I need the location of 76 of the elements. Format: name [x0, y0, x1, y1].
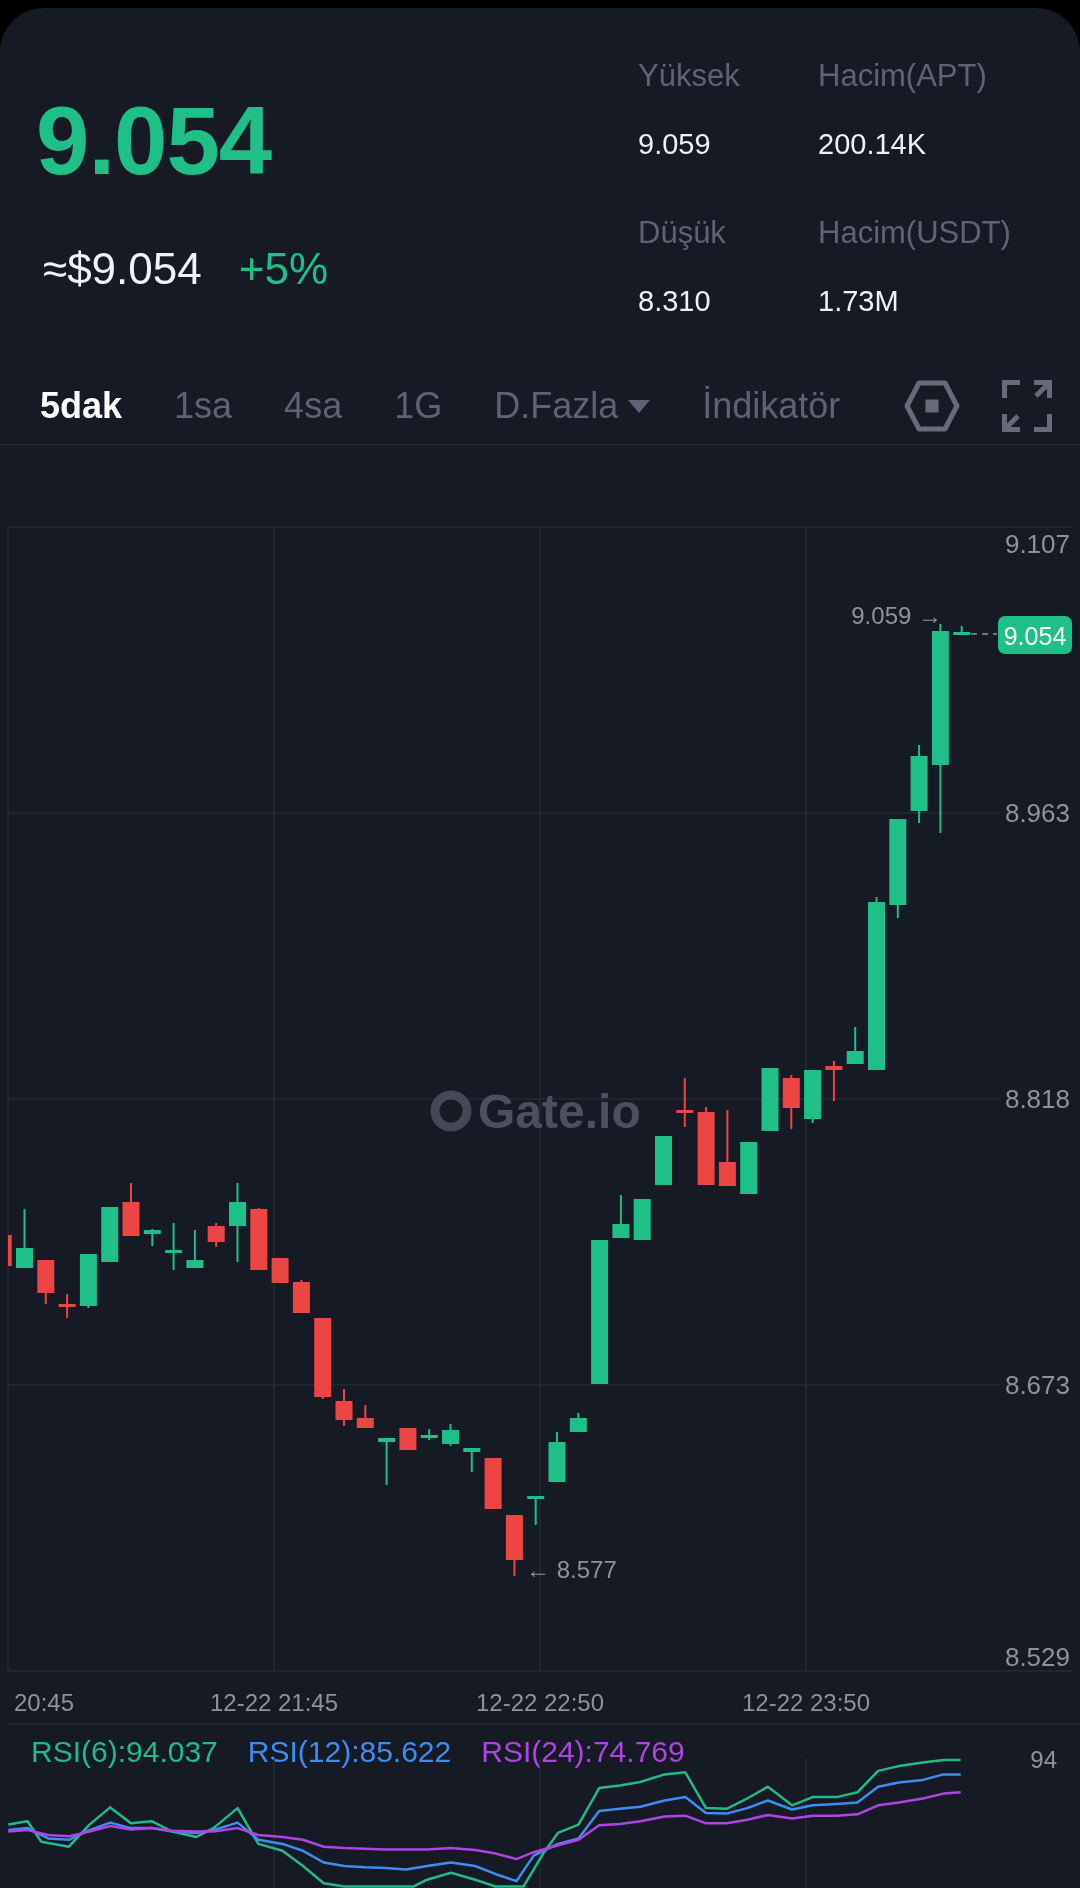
price-axis-label: 8.963 — [1004, 798, 1070, 828]
candlestick — [782, 1074, 800, 1130]
candlestick — [569, 1412, 587, 1433]
expand-icon[interactable] — [1002, 380, 1052, 432]
watermark-text: Gate.io — [478, 1084, 641, 1138]
rsi-legend-label: RSI(24):74.769 — [481, 1737, 685, 1767]
candlestick — [37, 1259, 55, 1305]
candlestick — [633, 1198, 651, 1241]
candlestick — [804, 1069, 822, 1124]
high-price-marker: 9.059 → — [851, 601, 942, 629]
price-line — [970, 633, 998, 635]
rsi-legend-label: RSI(6):94.037 — [31, 1737, 218, 1767]
candlestick — [761, 1067, 779, 1132]
candlestick — [250, 1207, 268, 1271]
candlestick — [335, 1388, 353, 1427]
candlestick — [356, 1404, 374, 1429]
candlestick — [505, 1514, 523, 1577]
candlestick — [16, 1208, 33, 1269]
candlestick — [655, 1135, 672, 1186]
ring-icon — [430, 1090, 472, 1132]
candlestick — [548, 1431, 566, 1483]
candlestick — [484, 1457, 502, 1510]
time-axis-label: 12-22 22:50 — [475, 1688, 605, 1716]
stat-value: 200.14K — [818, 127, 927, 162]
candlestick — [101, 1206, 119, 1263]
candlestick — [399, 1427, 417, 1451]
stat-label: Hacim(USDT) — [818, 214, 1011, 252]
hexagon-icon[interactable] — [904, 380, 960, 432]
low-price-marker: ← 8.577 — [526, 1555, 617, 1583]
price-change: +5% — [238, 244, 329, 294]
stat-value: 9.059 — [638, 127, 711, 162]
stat-label: Hacim(APT) — [818, 57, 987, 95]
candlestick — [825, 1060, 843, 1102]
candlestick — [463, 1447, 481, 1473]
candlestick — [740, 1141, 758, 1195]
candlestick — [442, 1423, 459, 1447]
price-axis-label: 9.107 — [1004, 529, 1070, 559]
interval-tab[interactable]: 5dak — [40, 384, 123, 428]
candlestick — [122, 1182, 140, 1237]
candlestick — [953, 625, 971, 635]
interval-tab[interactable]: 4sa — [284, 384, 343, 428]
candlestick — [378, 1437, 396, 1486]
price-axis-label: 8.673 — [1004, 1370, 1070, 1400]
candlestick — [143, 1228, 161, 1247]
candlestick — [58, 1293, 76, 1319]
last-price: 9.054 — [36, 91, 272, 191]
time-axis-label: 20:45 — [14, 1688, 75, 1716]
candlestick — [676, 1077, 694, 1128]
stat-label: Yüksek — [638, 57, 740, 95]
candlestick — [79, 1253, 97, 1309]
candlestick — [271, 1257, 289, 1284]
candlestick — [186, 1229, 204, 1269]
interval-tab[interactable]: 1sa — [174, 384, 233, 428]
candlestick — [846, 1026, 864, 1065]
more-dropdown[interactable]: D.Fazla — [494, 384, 651, 428]
time-axis-label: 12-22 21:45 — [209, 1688, 339, 1716]
stat-value: 8.310 — [638, 284, 711, 319]
candlestick — [207, 1222, 225, 1248]
candlestick — [292, 1279, 310, 1314]
rsi-legend-label: RSI(12):85.622 — [247, 1737, 452, 1767]
fiat-price: ≈$9.054 — [43, 244, 202, 294]
price-axis-label: 8.529 — [1004, 1642, 1070, 1672]
current-price-tag: 9.054 — [998, 616, 1072, 654]
candlestick — [527, 1495, 545, 1526]
price-axis-label: 8.818 — [1004, 1084, 1070, 1114]
stat-value: 1.73M — [818, 284, 899, 319]
candlestick — [420, 1428, 438, 1441]
time-axis-label: 12-22 23:50 — [741, 1688, 871, 1716]
candlestick — [8, 1235, 12, 1266]
stat-label: Düşük — [638, 214, 726, 252]
interval-tab[interactable]: 1G — [394, 384, 443, 428]
candlestick — [165, 1222, 183, 1271]
indicator-menu[interactable]: İndikatör — [702, 384, 841, 428]
candlestick — [612, 1194, 630, 1239]
rsi-scale-label: 94 — [1030, 1745, 1057, 1775]
caret-icon — [628, 399, 651, 413]
